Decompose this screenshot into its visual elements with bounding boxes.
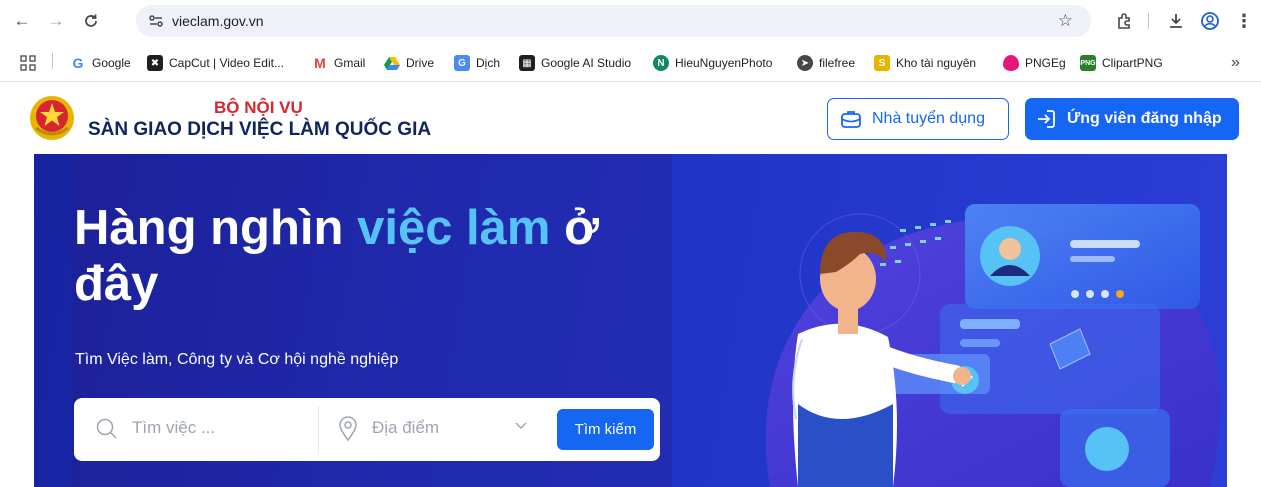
photo-icon: N (653, 55, 669, 71)
location-pin-icon (339, 416, 357, 442)
job-search-box: Tìm việc ... Địa điểm Tìm kiếm (74, 398, 660, 461)
bookmark-ai-studio[interactable]: ▦ Google AI Studio (519, 54, 631, 72)
bookmark-label: Google AI Studio (541, 56, 632, 70)
job-search-input[interactable]: Tìm việc ... (132, 418, 215, 438)
extensions-icon[interactable] (1113, 9, 1137, 33)
briefcase-icon (841, 111, 861, 128)
forward-icon[interactable]: → (44, 9, 68, 33)
filefree-icon: ➤ (797, 55, 813, 71)
bookmark-hieunguyenphoto[interactable]: N HieuNguyenPhoto (653, 54, 772, 72)
bookmark-label: CapCut | Video Edit... (169, 56, 284, 70)
ministry-name: BỘ NỘI VỤ (214, 98, 303, 117)
national-emblem-icon[interactable] (28, 94, 76, 142)
bookmark-star-icon[interactable]: ☆ (1058, 11, 1073, 31)
employer-button-label: Nhà tuyển dụng (872, 110, 985, 127)
bookmark-gmail[interactable]: M Gmail (312, 54, 365, 72)
browser-toolbar: ← → vieclam.gov.vn ☆ ⋮ (0, 0, 1261, 42)
search-button[interactable]: Tìm kiếm (557, 409, 654, 450)
login-icon (1038, 110, 1055, 128)
bookmark-google[interactable]: G Google (70, 54, 131, 72)
chevron-down-icon[interactable] (515, 422, 527, 430)
bookmark-clipartpng[interactable]: PNG ClipartPNG (1080, 54, 1163, 72)
drive-icon (384, 55, 400, 71)
site-name[interactable]: SÀN GIAO DỊCH VIỆC LÀM QUỐC GIA (88, 119, 431, 141)
bookmark-label: filefree (819, 56, 856, 70)
apps-grid-icon[interactable] (20, 54, 36, 72)
bookmark-label: HieuNguyenPhoto (675, 56, 773, 70)
resources-icon: S (874, 55, 890, 71)
bookmark-label: PNGEg (1025, 56, 1066, 70)
url-text[interactable]: vieclam.gov.vn (172, 13, 264, 29)
search-icon (96, 418, 117, 439)
hero-subtitle: Tìm Việc làm, Công ty và Cơ hội nghề ngh… (75, 351, 399, 368)
download-icon[interactable] (1164, 9, 1188, 33)
bookmark-label: ClipartPNG (1102, 56, 1163, 70)
back-icon[interactable]: ← (10, 9, 34, 33)
bookmark-label: Gmail (334, 56, 366, 70)
pngeg-icon (1003, 55, 1019, 71)
bookmarks-divider (52, 53, 53, 69)
bookmark-drive[interactable]: Drive (384, 54, 434, 72)
translate-icon: G (454, 55, 470, 71)
bookmark-label: Drive (406, 56, 435, 70)
google-icon: G (72, 55, 84, 71)
hero-illustration (765, 204, 1220, 487)
address-bar[interactable]: vieclam.gov.vn ☆ (136, 5, 1091, 37)
candidate-login-button[interactable]: Ứng viên đăng nhập (1025, 98, 1239, 140)
bookmark-pngeg[interactable]: PNGEg (1003, 54, 1066, 72)
bookmark-kho-tai-nguyen[interactable]: S Kho tài nguyên (874, 54, 976, 72)
bookmark-label: Kho tài nguyên (896, 56, 977, 70)
profile-icon[interactable] (1198, 9, 1222, 33)
toolbar-divider (1148, 13, 1149, 29)
hero-title: Hàng nghìn việc làm ở đây (74, 200, 674, 312)
bookmark-label: Dịch (476, 56, 501, 70)
bookmark-translate[interactable]: G Dịch (454, 54, 500, 72)
location-select[interactable]: Địa điểm (372, 418, 439, 438)
search-divider (318, 406, 319, 453)
reload-icon[interactable] (79, 9, 103, 33)
clipartpng-icon: PNG (1080, 55, 1096, 71)
bookmark-capcut[interactable]: ✖ CapCut | Video Edit... (147, 54, 284, 72)
bookmark-filefree[interactable]: ➤ filefree (797, 54, 855, 72)
bookmarks-bar: G Google ✖ CapCut | Video Edit... M Gmai… (0, 42, 1261, 82)
hero-title-highlight: việc làm (357, 201, 551, 255)
bookmark-label: Google (92, 56, 131, 70)
ai-studio-icon: ▦ (519, 55, 535, 71)
capcut-icon: ✖ (147, 55, 163, 71)
site-header: BỘ NỘI VỤ SÀN GIAO DỊCH VIỆC LÀM QUỐC GI… (0, 82, 1261, 154)
candidate-login-label: Ứng viên đăng nhập (1067, 110, 1222, 127)
gmail-icon: M (314, 55, 326, 71)
hero-title-part1: Hàng nghìn (74, 201, 358, 255)
menu-kebab-icon[interactable]: ⋮ (1232, 9, 1256, 33)
site-info-icon[interactable] (148, 13, 164, 29)
employer-button[interactable]: Nhà tuyển dụng (827, 98, 1009, 140)
bookmarks-overflow-icon[interactable]: » (1231, 54, 1240, 72)
